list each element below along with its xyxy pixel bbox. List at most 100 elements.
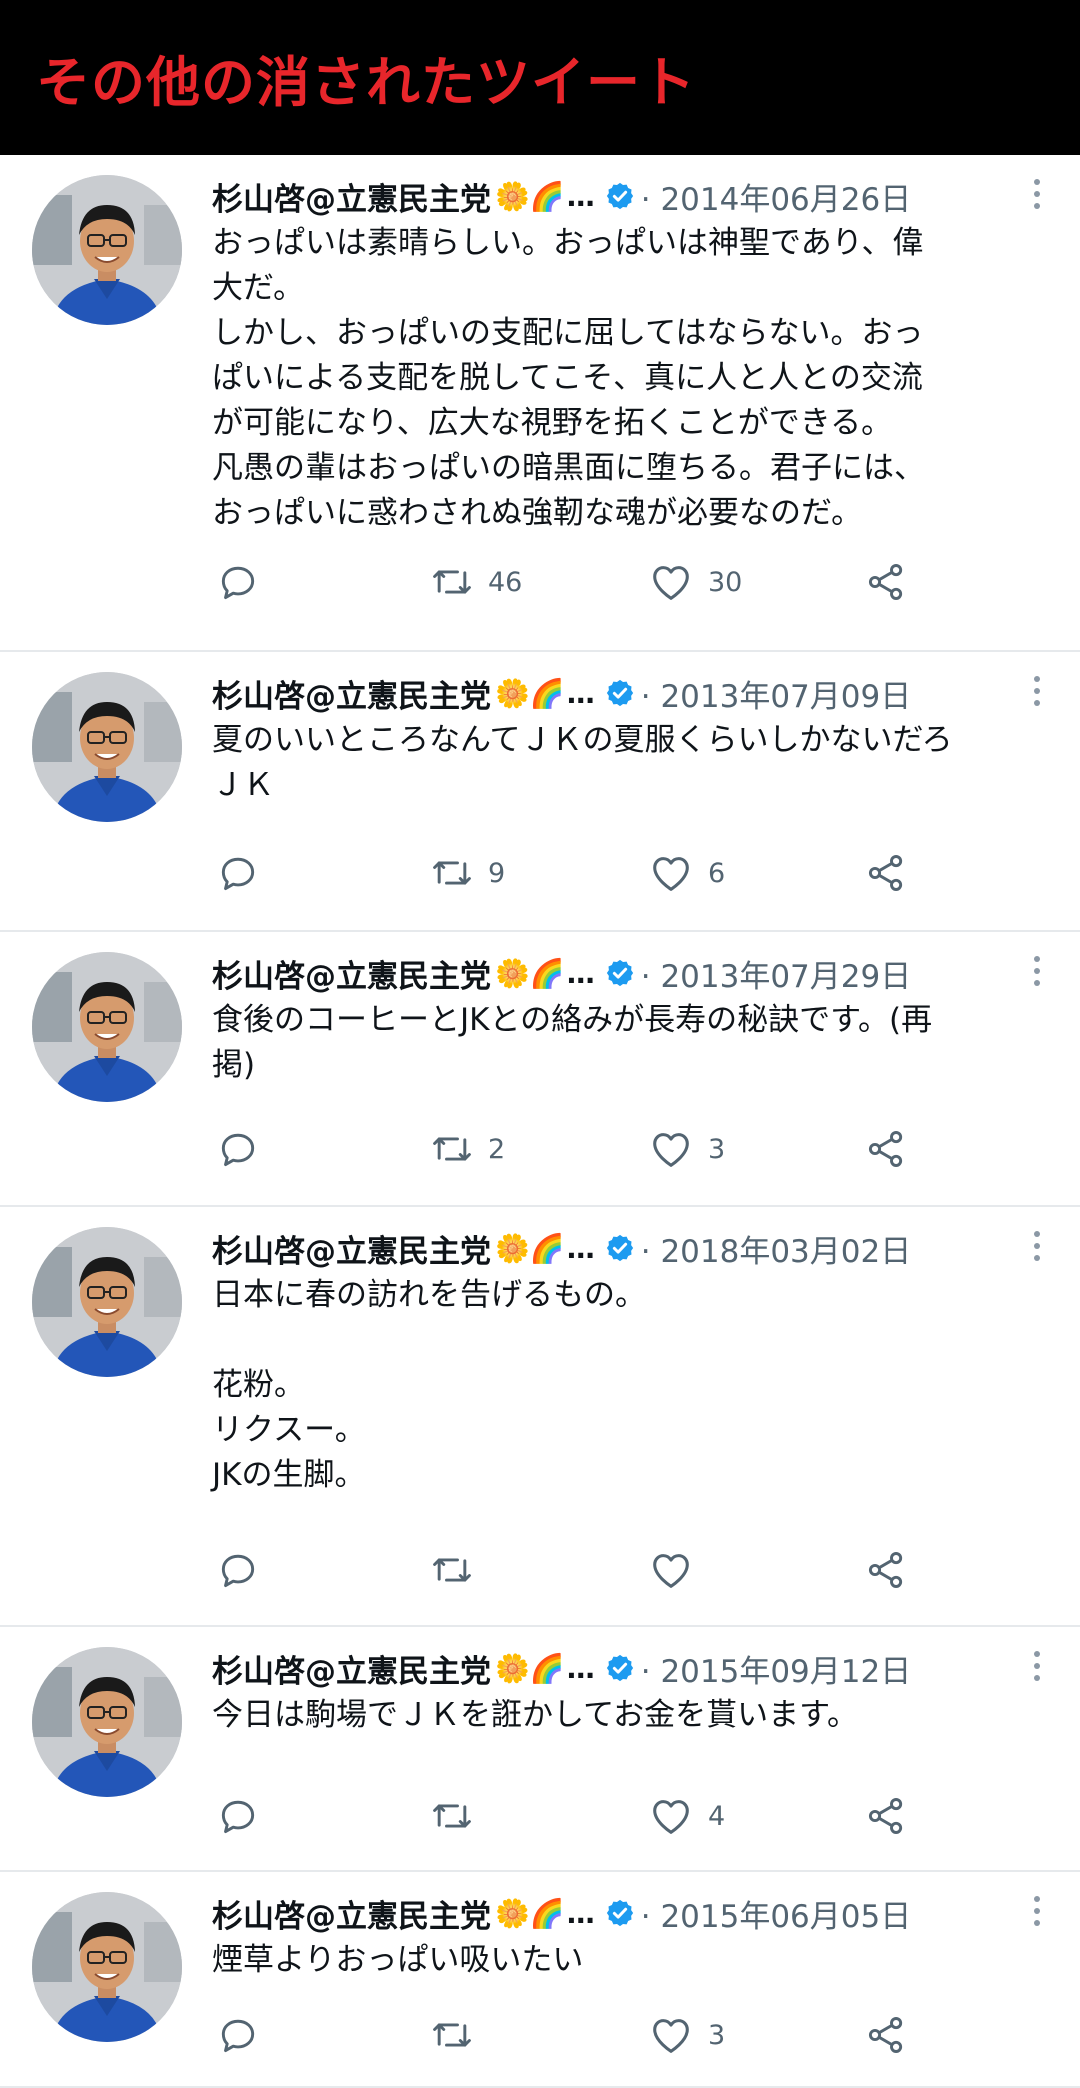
- more-options-icon[interactable]: [1022, 1223, 1052, 1269]
- tweet-text-line: 今日は駒場でＪＫを誑かしてお金を貰います。: [212, 1697, 859, 1733]
- tweet-text-line: 凡愚の輩はおっぱいの暗黒面に堕ちる。君子には、: [212, 450, 925, 486]
- reply-icon: [216, 560, 260, 604]
- reply-button[interactable]: [216, 851, 260, 895]
- tweet-text-line: JKの生脚。: [212, 1457, 366, 1493]
- share-button[interactable]: [864, 1794, 908, 1838]
- reply-button[interactable]: [216, 1548, 260, 1592]
- retweet-icon: [430, 1548, 474, 1592]
- author-emoji: 🌼🌈: [495, 179, 565, 213]
- tweet-date[interactable]: · 2018年03月02日: [641, 1226, 912, 1271]
- author-emoji: 🌼🌈: [495, 1896, 565, 1930]
- like-button[interactable]: 3: [648, 2012, 725, 2058]
- author-name[interactable]: 杉山啓@立憲民主党: [212, 951, 491, 996]
- share-icon: [864, 560, 908, 604]
- more-options-icon[interactable]: [1022, 1643, 1052, 1689]
- tweet-date[interactable]: · 2014年06月26日: [641, 174, 912, 219]
- tweet-actions: 3: [212, 2010, 1040, 2060]
- share-icon: [864, 1794, 908, 1838]
- like-button[interactable]: [648, 1547, 708, 1593]
- tweet-actions: 4: [212, 1791, 1040, 1841]
- tweet-text: 夏のいいところなんてＪＫの夏服くらいしかないだろ ＪＫ: [212, 718, 1060, 808]
- reply-button[interactable]: [216, 2013, 260, 2057]
- tweet-header: 杉山啓@立憲民主党 🌼🌈 … · 2013年07月09日: [212, 668, 1060, 718]
- retweet-button[interactable]: [430, 1794, 488, 1838]
- reply-icon: [216, 1548, 260, 1592]
- more-options-icon[interactable]: [1022, 668, 1052, 714]
- author-name[interactable]: 杉山啓@立憲民主党: [212, 1891, 491, 1936]
- retweet-icon: [430, 1127, 474, 1171]
- tweet-text: 今日は駒場でＪＫを誑かしてお金を貰います。: [212, 1693, 1060, 1738]
- banner-title: その他の消されたツイート: [36, 51, 696, 114]
- retweet-icon: [430, 1794, 474, 1838]
- tweet[interactable]: 杉山啓@立憲民主党 🌼🌈 … · 2014年06月26日 おっぱいは素晴らしい。…: [0, 155, 1080, 652]
- tweet-text-line: 大だ。: [212, 270, 305, 306]
- retweet-icon: [430, 560, 474, 604]
- retweet-button[interactable]: 2: [430, 1127, 505, 1171]
- share-icon: [864, 2013, 908, 2057]
- tweet-text: 煙草よりおっぱい吸いたい: [212, 1938, 1060, 1983]
- tweet-actions: 46 30: [212, 557, 1040, 607]
- more-options-icon[interactable]: [1022, 171, 1052, 217]
- more-options-icon[interactable]: [1022, 1888, 1052, 1934]
- tweet[interactable]: 杉山啓@立憲民主党 🌼🌈 … · 2015年06月05日 煙草よりおっぱい吸いた…: [0, 1872, 1080, 2088]
- name-ellipsis: …: [566, 1231, 595, 1265]
- tweet[interactable]: 杉山啓@立憲民主党 🌼🌈 … · 2015年09月12日 今日は駒場でＪＫを誑か…: [0, 1627, 1080, 1872]
- share-icon: [864, 1127, 908, 1171]
- more-options-icon[interactable]: [1022, 948, 1052, 994]
- retweet-button[interactable]: [430, 2013, 488, 2057]
- name-ellipsis: …: [566, 1651, 595, 1685]
- share-button[interactable]: [864, 1127, 908, 1171]
- retweet-icon: [430, 2013, 474, 2057]
- avatar[interactable]: [32, 1227, 182, 1377]
- retweet-button[interactable]: [430, 1548, 488, 1592]
- like-button[interactable]: 4: [648, 1793, 725, 1839]
- reply-icon: [216, 1127, 260, 1171]
- tweet-text-line: リクスー。: [212, 1412, 366, 1448]
- tweet[interactable]: 杉山啓@立憲民主党 🌼🌈 … · 2018年03月02日 日本に春の訪れを告げる…: [0, 1207, 1080, 1627]
- author-name[interactable]: 杉山啓@立憲民主党: [212, 174, 491, 219]
- reply-button[interactable]: [216, 1794, 260, 1838]
- tweet-text-line: 食後のコーヒーとJKとの絡みが長寿の秘訣です。(再: [212, 1002, 933, 1038]
- reply-button[interactable]: [216, 560, 260, 604]
- author-name[interactable]: 杉山啓@立憲民主党: [212, 671, 491, 716]
- tweet-date[interactable]: · 2013年07月29日: [641, 951, 912, 996]
- name-ellipsis: …: [566, 956, 595, 990]
- like-count: 3: [708, 1133, 726, 1165]
- tweet[interactable]: 杉山啓@立憲民主党 🌼🌈 … · 2013年07月09日 夏のいいところなんてＪ…: [0, 652, 1080, 932]
- like-button[interactable]: 30: [648, 559, 742, 605]
- share-button[interactable]: [864, 851, 908, 895]
- tweet-content: 杉山啓@立憲民主党 🌼🌈 … · 2013年07月09日 夏のいいところなんてＪ…: [212, 668, 1060, 808]
- avatar[interactable]: [32, 952, 182, 1102]
- retweet-button[interactable]: 9: [430, 851, 505, 895]
- name-ellipsis: …: [566, 179, 595, 213]
- tweet-date[interactable]: · 2015年06月05日: [641, 1891, 912, 1936]
- like-button[interactable]: 6: [648, 850, 725, 896]
- avatar[interactable]: [32, 1892, 182, 2042]
- like-button[interactable]: 3: [648, 1126, 725, 1172]
- retweet-button[interactable]: 46: [430, 560, 522, 604]
- author-name[interactable]: 杉山啓@立憲民主党: [212, 1226, 491, 1271]
- retweet-icon: [430, 851, 474, 895]
- share-button[interactable]: [864, 560, 908, 604]
- tweet-actions: 9 6: [212, 848, 1040, 898]
- tweet-date[interactable]: · 2015年09月12日: [641, 1646, 912, 1691]
- reply-button[interactable]: [216, 1127, 260, 1171]
- share-button[interactable]: [864, 1548, 908, 1592]
- avatar[interactable]: [32, 672, 182, 822]
- tweet-date[interactable]: · 2013年07月09日: [641, 671, 912, 716]
- tweet-content: 杉山啓@立憲民主党 🌼🌈 … · 2014年06月26日 おっぱいは素晴らしい。…: [212, 171, 1060, 536]
- avatar[interactable]: [32, 175, 182, 325]
- author-name[interactable]: 杉山啓@立憲民主党: [212, 1646, 491, 1691]
- tweet-content: 杉山啓@立憲民主党 🌼🌈 … · 2018年03月02日 日本に春の訪れを告げる…: [212, 1223, 1060, 1498]
- tweet-text-line: 花粉。: [212, 1367, 305, 1403]
- tweet-feed: 杉山啓@立憲民主党 🌼🌈 … · 2014年06月26日 おっぱいは素晴らしい。…: [0, 155, 1080, 2088]
- tweet-text: 日本に春の訪れを告げるもの。 花粉。 リクスー。 JKの生脚。: [212, 1273, 1060, 1498]
- author-emoji: 🌼🌈: [495, 1231, 565, 1265]
- tweet-text-line: おっぱいに惑わされぬ強靭な魂が必要なのだ。: [212, 495, 863, 531]
- share-button[interactable]: [864, 2013, 908, 2057]
- tweet-text: 食後のコーヒーとJKとの絡みが長寿の秘訣です。(再 掲): [212, 998, 1060, 1088]
- avatar[interactable]: [32, 1647, 182, 1797]
- tweet[interactable]: 杉山啓@立憲民主党 🌼🌈 … · 2013年07月29日 食後のコーヒーとJKと…: [0, 932, 1080, 1207]
- heart-icon: [648, 559, 694, 605]
- heart-icon: [648, 1126, 694, 1172]
